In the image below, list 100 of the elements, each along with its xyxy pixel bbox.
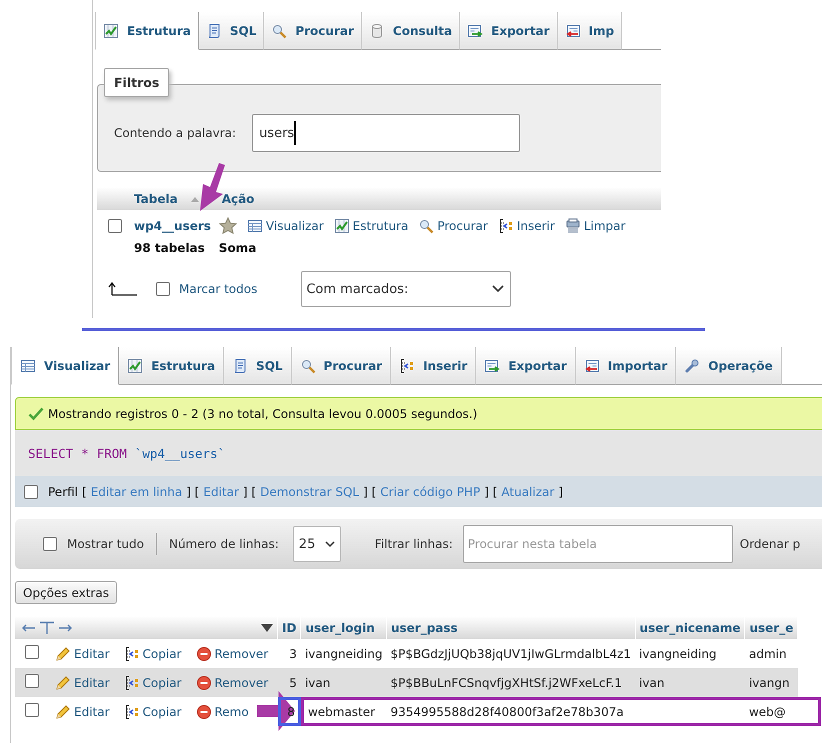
tab[interactable]: Operaçõe xyxy=(676,347,782,385)
action-link[interactable]: Estrutura xyxy=(334,218,408,234)
extra-options-button[interactable]: Opções extras xyxy=(15,581,117,604)
checkbox[interactable] xyxy=(25,674,39,688)
tab[interactable]: Visualizar xyxy=(11,347,120,385)
magnifier-icon xyxy=(271,22,288,38)
tab[interactable]: Exportar xyxy=(460,12,558,50)
table-cell: webmaster xyxy=(308,704,376,718)
field-label: Número de linhas: xyxy=(168,537,279,551)
tab[interactable]: SQL xyxy=(198,12,264,50)
column-insert-icon xyxy=(498,218,514,234)
filter-legend: Filtros xyxy=(104,68,170,97)
corner-arrow-icon xyxy=(108,282,138,296)
pencil-icon xyxy=(55,674,71,690)
caret-icon xyxy=(324,540,335,548)
table-cell: ivangn xyxy=(748,676,790,690)
bulk-action-select[interactable]: Com marcados: xyxy=(301,271,512,307)
action-link[interactable]: Procurar xyxy=(418,218,488,234)
column-arrows-icon[interactable] xyxy=(21,620,73,634)
tab[interactable]: Exportar xyxy=(476,347,576,385)
checkbox[interactable] xyxy=(43,537,57,551)
row-action-link[interactable]: Editar xyxy=(55,704,110,720)
caret-icon[interactable] xyxy=(261,624,273,632)
table-link[interactable]: wp4__users xyxy=(134,219,211,233)
column-insert-icon xyxy=(124,704,140,720)
column-header[interactable]: Tabela xyxy=(134,192,178,206)
tab[interactable]: Estrutura xyxy=(95,12,199,50)
tab[interactable]: SQL xyxy=(224,347,292,385)
row-action-link[interactable]: Copiar xyxy=(124,674,182,690)
chart-icon xyxy=(103,22,119,38)
tab[interactable]: Procurar xyxy=(264,12,362,50)
row-action-link[interactable]: Remo xyxy=(196,704,249,720)
wrench-icon xyxy=(684,358,700,374)
row-action-link[interactable]: Editar xyxy=(55,674,110,690)
table-cell: admin xyxy=(748,646,787,660)
action-link[interactable]: Limpar xyxy=(564,218,626,234)
summary-text: Soma xyxy=(218,241,256,255)
sql-token: SELECT xyxy=(28,446,74,460)
summary-text: 98 tabelas xyxy=(134,241,205,255)
magnifier-icon xyxy=(300,358,316,374)
field-label: Ordenar p xyxy=(740,537,800,551)
check-icon xyxy=(28,406,44,420)
sql-token: * xyxy=(81,446,89,460)
table-cell: ivangneiding xyxy=(304,646,382,660)
document-icon xyxy=(232,358,248,374)
bracket-text: ] [ xyxy=(484,484,498,498)
success-message: Mostrando registros 0 - 2 (3 no total, Consulta levou 0.0005 segundos.) xyxy=(48,406,478,420)
chart-icon xyxy=(334,218,350,234)
rows-select[interactable]: 25 xyxy=(292,526,341,562)
tab[interactable]: Inserir xyxy=(391,347,476,385)
pencil-icon xyxy=(55,704,71,720)
magnifier-icon xyxy=(418,218,434,234)
table-cell: 3 xyxy=(289,646,297,660)
checkbox[interactable] xyxy=(25,645,39,659)
row-action-link[interactable]: Editar xyxy=(55,646,110,662)
bracket-text: Perfil xyxy=(48,484,78,498)
minus-circle-icon xyxy=(196,646,212,662)
action-link[interactable]: Visualizar xyxy=(246,218,324,234)
table-cell: ivangneiding xyxy=(639,646,717,660)
bracket-text: ] [ xyxy=(242,484,256,498)
tab[interactable]: Estrutura xyxy=(119,347,224,385)
sql-token: `wp4__users` xyxy=(134,446,226,460)
column-insert-icon xyxy=(399,358,416,374)
column-insert-icon xyxy=(124,674,140,690)
checkbox[interactable] xyxy=(25,703,39,717)
checkbox[interactable] xyxy=(108,219,122,233)
table-cell: $P$BGdzJjUQb38jqUV1jIwGLrmdalbL4z1 xyxy=(390,646,632,660)
column-header[interactable]: user_nicename xyxy=(635,616,745,639)
column-insert-icon xyxy=(124,646,140,662)
star-icon[interactable] xyxy=(218,217,237,235)
row-action-link[interactable]: Copiar xyxy=(124,646,182,662)
row-action-link[interactable]: Remover xyxy=(196,646,268,662)
column-header[interactable]: user_pass xyxy=(386,616,636,639)
caret-icon xyxy=(492,285,504,293)
filter-field[interactable]: Procurar nesta tabela xyxy=(462,525,733,563)
tab[interactable]: Importar xyxy=(576,347,676,385)
tab[interactable]: Procurar xyxy=(292,347,392,385)
row-action-link[interactable]: Copiar xyxy=(124,704,182,720)
select-all-link[interactable]: Marcar todos xyxy=(179,282,258,296)
shredder-icon xyxy=(564,218,581,234)
sql-token: FROM xyxy=(96,446,127,460)
tab[interactable]: Consulta xyxy=(362,12,460,50)
table-cell: ivan xyxy=(639,676,664,690)
tab[interactable]: Imp xyxy=(558,12,622,50)
checkbox[interactable] xyxy=(24,484,38,498)
column-header[interactable]: user_login xyxy=(300,616,386,639)
bracket-text: [ xyxy=(82,484,87,498)
search-field[interactable]: users xyxy=(252,114,520,152)
row-action-link[interactable]: Remover xyxy=(196,674,268,690)
pencil-icon xyxy=(55,646,71,662)
grid-icon xyxy=(246,218,263,234)
column-header[interactable]: user_e xyxy=(744,616,798,639)
table-cell: $P$BBuLnFCSnqvfjgXHtSf.j2WFxeLcF.1 xyxy=(390,676,622,690)
field-label: Filtrar linhas: xyxy=(374,537,453,551)
table-cell: 9354995588d28f40800f3af2e78b307a xyxy=(390,704,624,718)
column-header[interactable]: ID xyxy=(278,616,301,639)
checkbox[interactable] xyxy=(156,282,170,296)
action-link[interactable]: Inserir xyxy=(498,218,555,234)
chart-icon xyxy=(127,358,144,374)
minus-circle-icon xyxy=(196,674,212,690)
